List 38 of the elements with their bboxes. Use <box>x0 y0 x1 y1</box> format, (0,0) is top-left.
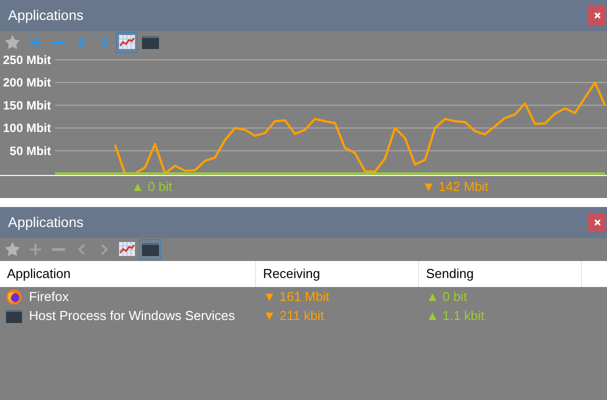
window-icon <box>6 310 22 322</box>
line-graph-icon <box>119 35 135 49</box>
sending-rate: ▲ 0 bit <box>426 289 468 304</box>
receiving-rate: ▼ 161 Mbit <box>263 289 330 304</box>
column-header[interactable]: Application <box>0 261 256 287</box>
y-axis-label: 150 Mbit <box>2 98 51 112</box>
table-row[interactable]: Host Process for Windows Services ▼ 211 kbit ▲ 1.1 kbit <box>0 307 607 325</box>
table-row[interactable]: Firefox ▼ 161 Mbit ▲ 0 bit <box>0 288 607 306</box>
plus-icon <box>26 34 44 50</box>
y-axis-label: 50 Mbit <box>10 144 51 158</box>
window-icon <box>142 36 158 48</box>
fox-globe-icon <box>6 289 22 305</box>
panel-title: Applications <box>8 6 84 25</box>
column-header[interactable]: Receiving <box>256 261 419 287</box>
plus-icon <box>26 240 44 258</box>
sending-rate: ▲ 1.1 kbit <box>426 308 484 324</box>
minus-icon <box>52 40 64 44</box>
app-name: Firefox <box>29 288 69 306</box>
close-button[interactable] <box>588 6 606 25</box>
window-icon <box>142 242 158 256</box>
close-icon <box>594 12 600 19</box>
minus-icon <box>52 248 64 250</box>
y-axis-label: 100 Mbit <box>2 121 51 136</box>
app-name: Host Process for Windows Services <box>29 307 235 326</box>
receiving-rate: ▼ 211 kbit <box>263 308 324 324</box>
close-icon <box>594 219 600 226</box>
toolbar-button[interactable] <box>116 32 138 52</box>
y-axis-label: 200 Mbit <box>2 76 51 90</box>
toolbar-button[interactable] <box>139 238 161 260</box>
total-rate: ▲ 0 bit <box>131 178 172 196</box>
line-graph-icon <box>119 242 135 256</box>
star-icon <box>4 240 20 258</box>
column-header[interactable]: Sending <box>419 261 582 287</box>
total-rate: ▼ 142 Mbit <box>422 178 488 196</box>
close-button[interactable] <box>588 213 606 232</box>
star-icon <box>4 34 20 50</box>
y-axis-label: 250 Mbit <box>2 53 51 67</box>
panel-title: Applications <box>8 213 84 232</box>
